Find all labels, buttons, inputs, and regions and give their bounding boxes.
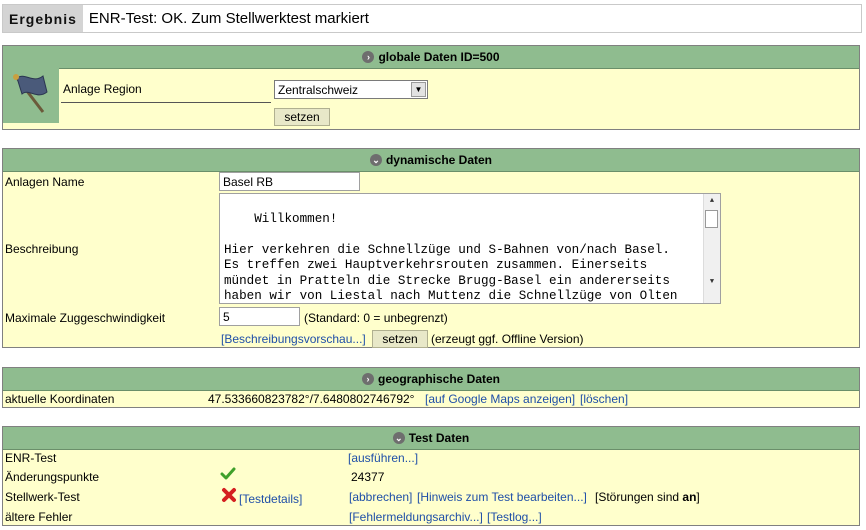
change-points-label: Änderungspunkte xyxy=(5,470,100,484)
description-textarea[interactable]: Willkommen! Hier verkehren die Schnellzü… xyxy=(219,193,721,304)
test-details-link[interactable]: [Testdetails] xyxy=(239,492,302,506)
error-cross-icon xyxy=(221,487,237,506)
result-label: Ergebnis xyxy=(3,5,83,32)
delete-coordinates-link[interactable]: [löschen] xyxy=(580,392,628,406)
stoerungen-value: an xyxy=(682,490,697,504)
collapse-chevron-icon[interactable]: › xyxy=(361,373,374,385)
scroll-down-icon[interactable]: ▼ xyxy=(704,275,720,289)
checkmark-icon xyxy=(220,466,236,485)
coordinates-label: aktuelle Koordinaten xyxy=(5,392,115,406)
result-bar: Ergebnis ENR-Test: OK. Zum Stellwerktest… xyxy=(2,4,862,33)
result-message: ENR-Test: OK. Zum Stellwerktest markiert xyxy=(88,10,369,27)
region-select-value: Zentralschweiz xyxy=(278,82,359,97)
test-data-title: Test Daten xyxy=(408,431,470,445)
scroll-thumb[interactable] xyxy=(705,210,718,228)
speed-label: Maximale Zuggeschwindigkeit xyxy=(5,311,166,325)
description-text: Willkommen! Hier verkehren die Schnellzü… xyxy=(224,211,678,304)
name-input[interactable]: Basel RB xyxy=(219,172,360,191)
region-label: Anlage Region xyxy=(63,82,142,96)
change-points-value: 24377 xyxy=(351,470,385,484)
chevron-down-icon[interactable]: ▼ xyxy=(411,82,426,97)
stellwerk-test-label: Stellwerk-Test xyxy=(5,490,80,504)
geo-data-panel: › geographische Daten aktuelle Koordinat… xyxy=(2,367,860,408)
collapse-chevron-icon[interactable]: › xyxy=(362,51,375,63)
global-set-button[interactable]: setzen xyxy=(274,108,330,126)
global-data-title: globale Daten ID=500 xyxy=(378,50,500,64)
coordinates-value: 47.533660823782°/7.6480802746792° xyxy=(208,392,415,406)
older-errors-label: ältere Fehler xyxy=(5,510,73,524)
description-preview-link[interactable]: [Beschreibungsvorschau...] xyxy=(221,332,366,346)
error-archive-link[interactable]: [Fehlermeldungsarchiv...] xyxy=(349,510,483,524)
test-data-header[interactable]: ⌄ Test Daten xyxy=(3,427,859,450)
global-data-header[interactable]: › globale Daten ID=500 xyxy=(3,46,859,69)
collapse-chevron-icon[interactable]: ⌄ xyxy=(369,154,382,166)
speed-input[interactable]: 5 xyxy=(219,307,300,326)
google-maps-link[interactable]: [auf Google Maps anzeigen] xyxy=(425,392,575,406)
dynamic-set-button[interactable]: setzen xyxy=(372,330,428,348)
description-label: Beschreibung xyxy=(5,242,79,256)
dynamic-data-panel: ⌄ dynamische Daten Anlagen Name Basel RB… xyxy=(2,148,860,348)
stoerungen-status: [Störungen sind an] xyxy=(595,490,700,504)
enr-test-label: ENR-Test xyxy=(5,451,57,465)
testlog-link[interactable]: [Testlog...] xyxy=(487,510,542,524)
dynamic-data-title: dynamische Daten xyxy=(385,153,493,167)
global-data-panel: › globale Daten ID=500 Anlage Region Zen… xyxy=(2,45,860,130)
divider xyxy=(61,102,271,103)
test-data-panel: ⌄ Test Daten ENR-Test [ausführen...] Änd… xyxy=(2,426,860,526)
enr-run-link[interactable]: [ausführen...] xyxy=(348,451,418,465)
geo-data-header[interactable]: › geographische Daten xyxy=(3,368,859,391)
collapse-chevron-icon[interactable]: ⌄ xyxy=(392,432,405,444)
speed-hint: (Standard: 0 = unbegrenzt) xyxy=(304,311,448,325)
scroll-up-icon[interactable]: ▲ xyxy=(704,194,720,208)
abort-test-link[interactable]: [abbrechen] xyxy=(349,490,412,504)
region-select[interactable]: Zentralschweiz ▼ xyxy=(274,80,428,99)
dynamic-data-header[interactable]: ⌄ dynamische Daten xyxy=(3,149,859,172)
flag-icon xyxy=(3,68,59,123)
offline-hint: (erzeugt ggf. Offline Version) xyxy=(431,332,584,346)
edit-test-hint-link[interactable]: [Hinweis zum Test bearbeiten...] xyxy=(417,490,587,504)
textarea-scrollbar[interactable]: ▲ ▼ xyxy=(703,194,720,303)
geo-data-title: geographische Daten xyxy=(377,372,501,386)
name-label: Anlagen Name xyxy=(5,175,85,189)
